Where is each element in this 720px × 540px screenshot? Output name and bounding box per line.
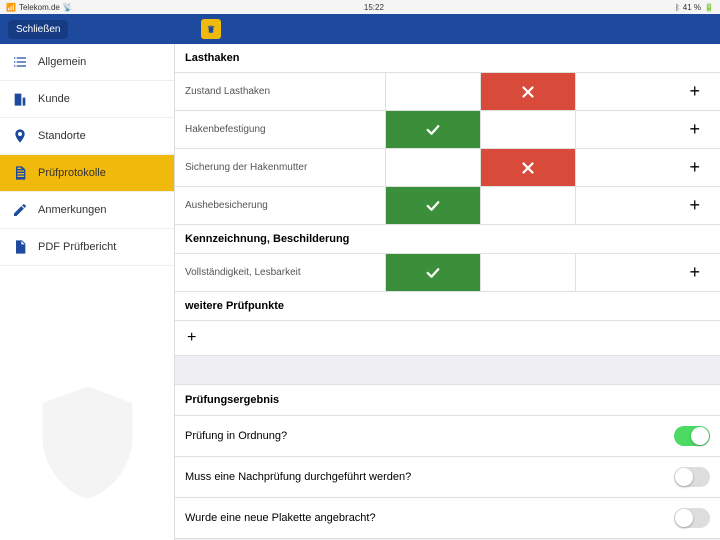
section-header: Kennzeichnung, Beschilderung — [175, 225, 720, 254]
result-label: Prüfung in Ordnung? — [185, 430, 287, 442]
sidebar-item-standorte[interactable]: Standorte — [0, 118, 174, 155]
bluetooth-icon: ᛒ — [675, 3, 680, 12]
section-header: weitere Prüfpunkte — [175, 292, 720, 321]
top-bar: Schließen — [0, 14, 720, 44]
checkpoint-row: Hakenbefestigung + — [175, 111, 720, 149]
battery-icon: 🔋 — [704, 3, 714, 12]
result-label: Muss eine Nachprüfung durchgeführt werde… — [185, 471, 411, 483]
ok-cell[interactable] — [385, 187, 480, 224]
result-header: Prüfungsergebnis — [175, 384, 720, 416]
toggle-switch[interactable] — [674, 467, 710, 487]
toggle-switch[interactable] — [674, 508, 710, 528]
bad-cell[interactable] — [480, 111, 575, 148]
bad-cell[interactable] — [480, 187, 575, 224]
sidebar-item-label: Anmerkungen — [38, 204, 107, 216]
section-header: Lasthaken — [175, 44, 720, 73]
expand-button[interactable]: + — [575, 149, 720, 186]
bad-cell[interactable] — [480, 149, 575, 186]
checkpoint-label: Zustand Lasthaken — [175, 73, 385, 110]
sidebar-item-label: Standorte — [38, 130, 86, 142]
result-label: Wurde eine neue Plakette angebracht? — [185, 512, 376, 524]
checkpoint-label: Vollständigkeit, Lesbarkeit — [175, 254, 385, 291]
sidebar-item-label: PDF Prüfbericht — [38, 241, 116, 253]
sidebar-item-kunde[interactable]: Kunde — [0, 81, 174, 118]
pdf-icon — [12, 239, 28, 255]
checkpoint-row: Sicherung der Hakenmutter + — [175, 149, 720, 187]
checkpoint-row: Zustand Lasthaken + — [175, 73, 720, 111]
ok-cell[interactable] — [385, 111, 480, 148]
carrier-text: Telekom.de — [19, 3, 60, 12]
sidebar-item-pruefprotokolle[interactable]: Prüfprotokolle — [0, 155, 174, 192]
document-icon — [12, 165, 28, 181]
main-content[interactable]: Lasthaken Zustand Lasthaken+Hakenbefesti… — [175, 44, 720, 540]
sidebar-item-label: Prüfprotokolle — [38, 167, 106, 179]
ok-cell[interactable] — [385, 254, 480, 291]
location-icon — [12, 128, 28, 144]
expand-button[interactable]: + — [575, 111, 720, 148]
shield-watermark-icon — [20, 365, 155, 520]
ok-cell[interactable] — [385, 73, 480, 110]
ok-cell[interactable] — [385, 149, 480, 186]
result-row: Muss eine Nachprüfung durchgeführt werde… — [175, 457, 720, 498]
wifi-icon: 📡 — [63, 3, 73, 12]
checkpoint-label: Sicherung der Hakenmutter — [175, 149, 385, 186]
add-checkpoint-button[interactable]: + — [175, 321, 720, 356]
sidebar-item-label: Allgemein — [38, 56, 86, 68]
bad-cell[interactable] — [480, 254, 575, 291]
close-button[interactable]: Schließen — [8, 20, 68, 39]
sidebar-item-pdf[interactable]: PDF Prüfbericht — [0, 229, 174, 266]
sidebar-item-allgemein[interactable]: Allgemein — [0, 44, 174, 81]
battery-text: 41 % — [683, 3, 701, 12]
sidebar-item-anmerkungen[interactable]: Anmerkungen — [0, 192, 174, 229]
toggle-switch[interactable] — [674, 426, 710, 446]
result-row: Wurde eine neue Plakette angebracht? — [175, 498, 720, 539]
expand-button[interactable]: + — [575, 187, 720, 224]
expand-button[interactable]: + — [575, 73, 720, 110]
status-time: 15:22 — [364, 3, 384, 12]
checkpoint-label: Hakenbefestigung — [175, 111, 385, 148]
trash-icon — [206, 24, 216, 34]
pencil-icon — [12, 202, 28, 218]
checkpoint-row: Aushebesicherung + — [175, 187, 720, 225]
status-bar: 📶 Telekom.de 📡 15:22 ᛒ 41 % 🔋 — [0, 0, 720, 14]
checkpoint-row: Vollständigkeit, Lesbarkeit + — [175, 254, 720, 292]
sidebar-item-label: Kunde — [38, 93, 70, 105]
building-icon — [12, 91, 28, 107]
expand-button[interactable]: + — [575, 254, 720, 291]
sidebar: Allgemein Kunde Standorte Prüfprotokolle… — [0, 44, 175, 540]
bad-cell[interactable] — [480, 73, 575, 110]
checkpoint-label: Aushebesicherung — [175, 187, 385, 224]
result-row: Prüfung in Ordnung? — [175, 416, 720, 457]
signal-icon: 📶 — [6, 3, 16, 12]
trash-button[interactable] — [201, 19, 221, 39]
list-icon — [12, 54, 28, 70]
